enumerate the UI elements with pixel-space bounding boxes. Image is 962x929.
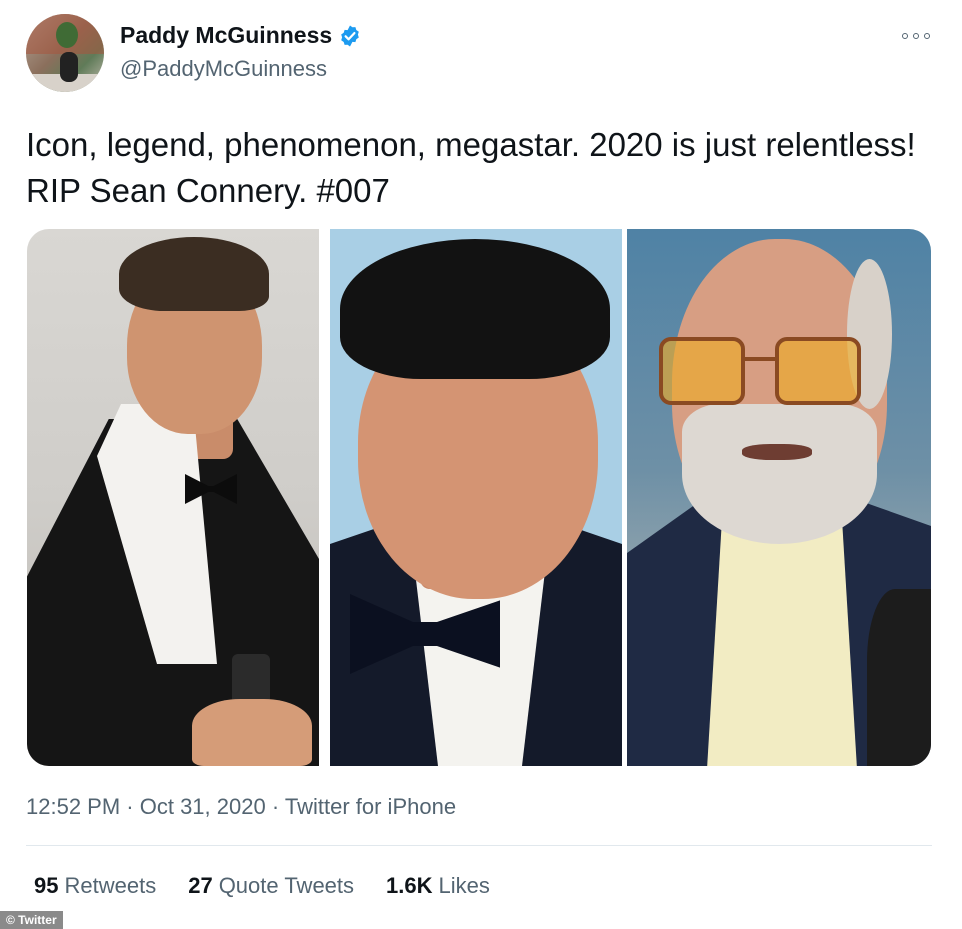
stat-count: 27: [188, 873, 213, 898]
photo-beard: [682, 404, 877, 544]
tweet-source[interactable]: Twitter for iPhone: [285, 794, 456, 819]
more-dot: [924, 33, 930, 39]
meta-separator: ·: [265, 794, 285, 819]
meta-separator: ·: [120, 794, 140, 819]
avatar[interactable]: [26, 14, 104, 92]
divider: [26, 845, 932, 846]
tweet-meta: 12:52 PM · Oct 31, 2020 · Twitter for iP…: [26, 794, 456, 820]
media-photo-2[interactable]: [330, 229, 622, 766]
retweets-stat[interactable]: 95 Retweets: [34, 873, 156, 899]
handle[interactable]: @PaddyMcGuinness: [120, 56, 327, 82]
photo-mouth: [742, 444, 812, 460]
tweet-date[interactable]: Oct 31, 2020: [140, 794, 266, 819]
quote-tweets-stat[interactable]: 27 Quote Tweets: [188, 873, 354, 899]
photo-polo: [707, 519, 857, 766]
stat-label: Likes: [438, 873, 490, 898]
media-grid[interactable]: [27, 229, 931, 766]
more-options-icon[interactable]: [902, 28, 930, 44]
avatar-plant: [56, 22, 78, 48]
more-dot: [902, 33, 908, 39]
photo-glasses-lens: [659, 337, 745, 405]
tweet-card: Paddy McGuinness @PaddyMcGuinness Icon, …: [0, 0, 962, 929]
photo-background-person: [867, 589, 931, 766]
verified-badge-icon: [341, 25, 359, 46]
tweet-text: Icon, legend, phenomenon, megastar. 2020…: [26, 126, 916, 209]
photo-hand: [192, 699, 312, 766]
more-dot: [913, 33, 919, 39]
media-photo-1[interactable]: [27, 229, 319, 766]
display-name[interactable]: Paddy McGuinness: [120, 22, 332, 49]
photo-glasses-bridge: [743, 357, 779, 361]
stat-label: Retweets: [64, 873, 157, 898]
avatar-person: [60, 52, 78, 82]
photo-hair: [340, 239, 610, 379]
likes-stat[interactable]: 1.6K Likes: [386, 873, 490, 899]
engagement-stats: 95 Retweets 27 Quote Tweets 1.6K Likes: [34, 873, 522, 899]
name-row: Paddy McGuinness: [120, 22, 362, 49]
photo-glasses-lens: [775, 337, 861, 405]
stat-count: 1.6K: [386, 873, 433, 898]
stat-label: Quote Tweets: [218, 873, 355, 898]
photo-hair: [119, 237, 269, 311]
media-photo-3[interactable]: [627, 229, 931, 766]
watermark: © Twitter: [0, 911, 63, 929]
stat-count: 95: [34, 873, 59, 898]
tweet-time[interactable]: 12:52 PM: [26, 794, 120, 819]
